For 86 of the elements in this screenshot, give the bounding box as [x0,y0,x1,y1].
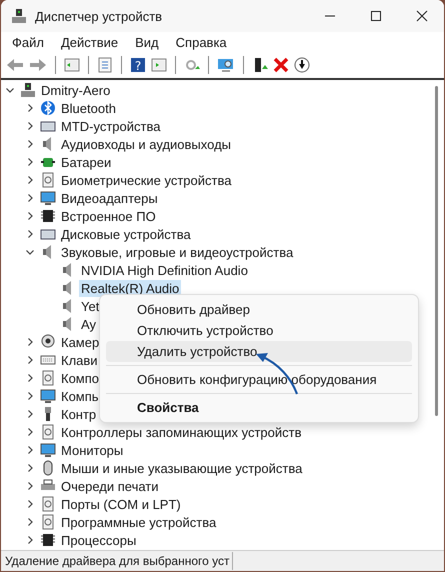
tree-item[interactable]: Аудиовходы и аудиовыходы [59,136,233,152]
tree-item[interactable]: Встроенное ПО [59,208,158,224]
chip-icon [40,208,56,224]
context-menu-item[interactable]: Удалить устройство [106,341,412,362]
maximize-icon[interactable] [370,10,382,22]
chevron-right-icon[interactable] [25,157,35,167]
tree-item[interactable]: MTD-устройства [59,118,162,134]
device-icon [40,424,56,440]
delete-cross-icon[interactable] [273,57,289,73]
monitor-icon [40,190,56,206]
bluetooth-icon [40,100,56,116]
tree-item[interactable]: Dmitry-Aero [39,82,112,98]
chevron-down-icon[interactable] [25,247,35,257]
computer-icon [11,8,27,24]
chevron-right-icon[interactable] [25,355,35,365]
monitor-icon [40,442,56,458]
tree-item[interactable]: Порты (COM и LPT) [59,496,183,512]
chevron-right-icon[interactable] [25,103,35,113]
status-text: Удаление драйвера для выбранного уст [4,554,230,568]
chip-icon [40,532,56,548]
window-panel-icon[interactable] [64,57,80,73]
tree-item[interactable]: Мониторы [59,442,126,458]
chevron-right-icon[interactable] [25,445,35,455]
tree-item[interactable]: Звуковые, игровые и видеоустройства [59,244,296,260]
chevron-right-icon[interactable] [25,481,35,491]
chevron-down-icon[interactable] [5,85,15,95]
monitor-magnifier-icon[interactable] [217,57,235,73]
tree-item[interactable]: Батареи [59,154,114,170]
tree-item[interactable]: Камер [59,334,102,350]
monitor-icon [40,388,56,404]
tree-item[interactable]: Видеоадаптеры [59,190,160,206]
tree-item[interactable]: Realtek(R) Audio [79,280,182,296]
chevron-right-icon[interactable] [25,337,35,347]
tree-item[interactable]: Биометрические устройства [59,172,234,188]
context-menu-item[interactable]: Обновить конфигурацию оборудования [106,369,412,390]
tree-item[interactable]: Контр [59,406,98,422]
device-up-arrow-icon[interactable] [252,57,268,73]
tree-item[interactable]: Компь [59,388,101,404]
chevron-right-icon[interactable] [25,211,35,221]
chevron-right-icon[interactable] [25,535,35,545]
chevron-right-icon[interactable] [25,121,35,131]
tree-item[interactable]: NVIDIA High Definition Audio [79,262,250,278]
close-icon[interactable] [416,10,428,22]
tree-item[interactable]: Ау [79,316,98,332]
down-arrow-circle-icon[interactable] [294,57,310,73]
help-icon[interactable]: ? [130,57,146,73]
chevron-right-icon[interactable] [25,175,35,185]
webcam-icon [40,334,56,350]
device-icon [40,172,56,188]
window-title: Диспетчер устройств [35,8,164,24]
tree-item[interactable]: Контроллеры запоминающих устройств [59,424,304,440]
chevron-right-icon[interactable] [25,463,35,473]
forward-arrow-icon[interactable] [29,57,47,73]
chevron-right-icon[interactable] [25,193,35,203]
tree-item[interactable]: Компо [59,370,102,386]
menu-item[interactable]: Файл [12,34,44,50]
menu-item[interactable]: Вид [135,34,159,50]
scrollbar[interactable] [435,86,438,416]
tree-item[interactable]: Bluetooth [59,100,118,116]
context-menu-item[interactable]: Отключить устройство [106,320,412,341]
chevron-right-icon[interactable] [25,409,35,419]
window-panel-icon[interactable] [151,57,167,73]
menu-item[interactable]: Действие [60,34,118,50]
list-window-icon[interactable] [97,57,113,73]
chevron-right-icon[interactable] [25,139,35,149]
chevron-right-icon[interactable] [25,427,35,437]
tree-item[interactable]: Очереди печати [59,478,161,494]
chevron-right-icon[interactable] [25,391,35,401]
tree-item[interactable]: Мыши и иные указывающие устройства [59,460,304,476]
device-icon [40,496,56,512]
chevron-right-icon[interactable] [25,373,35,383]
chevron-right-icon[interactable] [25,229,35,239]
back-arrow-icon[interactable] [6,57,24,73]
context-menu-item[interactable]: Свойства [106,397,412,418]
chevron-right-icon[interactable] [25,517,35,527]
context-menu-item[interactable]: Обновить драйвер [106,299,412,320]
chevron-right-icon[interactable] [25,499,35,509]
tree-item[interactable]: Клави [59,352,100,368]
tree-item[interactable]: Yet [79,298,102,314]
tree-item[interactable]: Процессоры [59,532,138,548]
menu-item[interactable]: Справка [176,34,227,50]
computer-icon [20,82,36,98]
tree-item[interactable]: Дисковые устройства [59,226,193,242]
device-icon [40,514,56,530]
device-icon [40,370,56,386]
tree-item[interactable]: Программные устройства [59,514,218,530]
